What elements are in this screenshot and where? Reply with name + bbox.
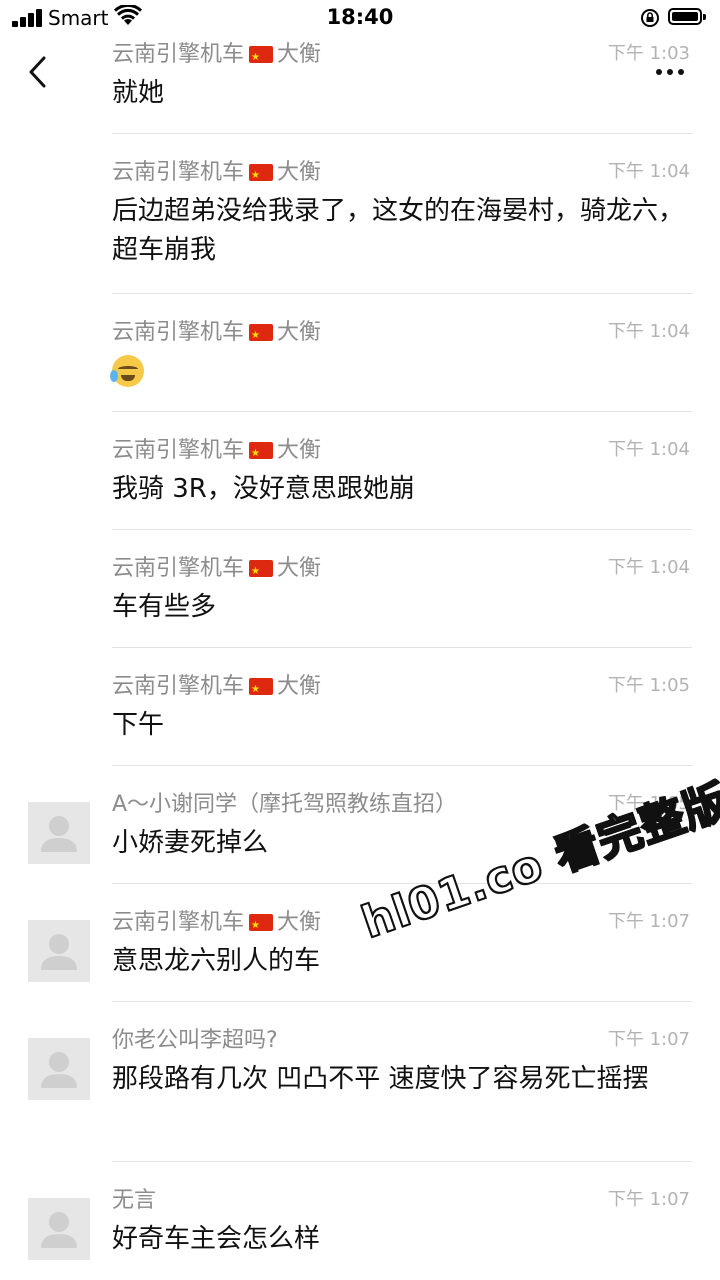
sender-name: 云南引擎机车 大衡 (112, 554, 322, 587)
china-flag-icon (249, 439, 274, 469)
avatar[interactable] (28, 920, 90, 982)
sender-name: 无言 (112, 1186, 156, 1216)
sender-name: 云南引擎机车 大衡 (112, 318, 322, 351)
message-divider (112, 1001, 692, 1002)
china-flag-icon (249, 321, 274, 351)
sender-name-suffix: 大衡 (277, 320, 322, 345)
sender-name-suffix: 大衡 (277, 556, 322, 581)
sender-name-suffix: 大衡 (277, 910, 322, 935)
message-time: 下午 1:07 (607, 1029, 690, 1050)
sender-name: A～小谢同学（摩托驾照教练直招） (112, 790, 457, 820)
clock: 18:40 (326, 5, 394, 29)
rotation-lock-icon (641, 9, 659, 27)
sender-name-text: 云南引擎机车 (112, 438, 245, 463)
sender-name-text: A～小谢同学（摩托驾照教练直招） (112, 792, 458, 817)
back-button[interactable] (22, 52, 56, 92)
message-text: 车有些多 (112, 592, 217, 622)
sender-name-text: 云南引擎机车 (112, 42, 245, 67)
sender-name: 云南引擎机车 大衡 (112, 672, 322, 705)
sender-name-text: 无言 (112, 1188, 157, 1213)
message-divider (112, 411, 692, 412)
sender-name-text: 云南引擎机车 (112, 160, 245, 185)
message-text: 我骑 3R，没好意思跟她崩 (112, 474, 415, 504)
status-bar: Smart 18:40 (0, 0, 720, 36)
sender-name-text: 云南引擎机车 (112, 910, 245, 935)
message-time: 下午 1:04 (607, 439, 690, 460)
message-divider (112, 1161, 692, 1162)
sender-name-text: 你老公叫李超吗? (112, 1028, 278, 1053)
message-time: 下午 1:04 (607, 161, 690, 182)
sender-name-suffix: 大衡 (277, 160, 322, 185)
message-time: 下午 1:04 (607, 321, 690, 342)
message-divider (112, 529, 692, 530)
china-flag-icon (249, 557, 274, 587)
sender-name: 你老公叫李超吗? (112, 1026, 278, 1056)
message-divider (112, 293, 692, 294)
message-text: 后边超弟没给我录了，这女的在海晏村，骑龙六，超车崩我 (112, 196, 685, 265)
message-text (110, 352, 687, 399)
sender-name-suffix: 大衡 (277, 438, 322, 463)
message-time: 下午 1:07 (607, 911, 690, 932)
sender-name-text: 云南引擎机车 (112, 556, 245, 581)
default-avatar-icon (41, 816, 77, 852)
message-text: 意思龙六别人的车 (112, 946, 321, 976)
sender-name: 云南引擎机车 大衡 (112, 40, 322, 73)
sender-name-text: 云南引擎机车 (112, 320, 245, 345)
message-time: 下午 1:07 (607, 1189, 690, 1210)
avatar[interactable] (28, 802, 90, 864)
message-divider (112, 133, 692, 134)
sender-name-suffix: 大衡 (277, 674, 322, 699)
china-flag-icon (249, 911, 274, 941)
sender-name-suffix: 大衡 (277, 42, 322, 67)
avatar[interactable] (28, 1038, 90, 1100)
message-time: 下午 1:03 (607, 43, 690, 64)
china-flag-icon (249, 675, 274, 705)
message-divider (112, 765, 692, 766)
message-time: 下午 1:05 (607, 675, 690, 696)
china-flag-icon (249, 43, 274, 73)
china-flag-icon (249, 161, 274, 191)
message-text: 那段路有几次 凹凸不平 速度快了容易死亡摇摆 (112, 1064, 649, 1094)
default-avatar-icon (41, 1052, 77, 1088)
sender-name: 云南引擎机车 大衡 (112, 158, 322, 191)
crying-laughing-emoji (110, 355, 144, 387)
default-avatar-icon (41, 1212, 77, 1248)
sender-name: 云南引擎机车 大衡 (112, 436, 322, 469)
battery-icon (668, 8, 706, 25)
default-avatar-icon (41, 934, 77, 970)
message-text: 好奇车主会怎么样 (112, 1224, 321, 1254)
message-text: 下午 (112, 710, 165, 740)
message-text: 就她 (112, 78, 165, 108)
message-time: 下午 1:04 (607, 557, 690, 578)
sender-name: 云南引擎机车 大衡 (112, 908, 322, 941)
message-divider (112, 647, 692, 648)
sender-name-text: 云南引擎机车 (112, 674, 245, 699)
chevron-left-icon (29, 56, 46, 88)
avatar[interactable] (28, 1198, 90, 1260)
